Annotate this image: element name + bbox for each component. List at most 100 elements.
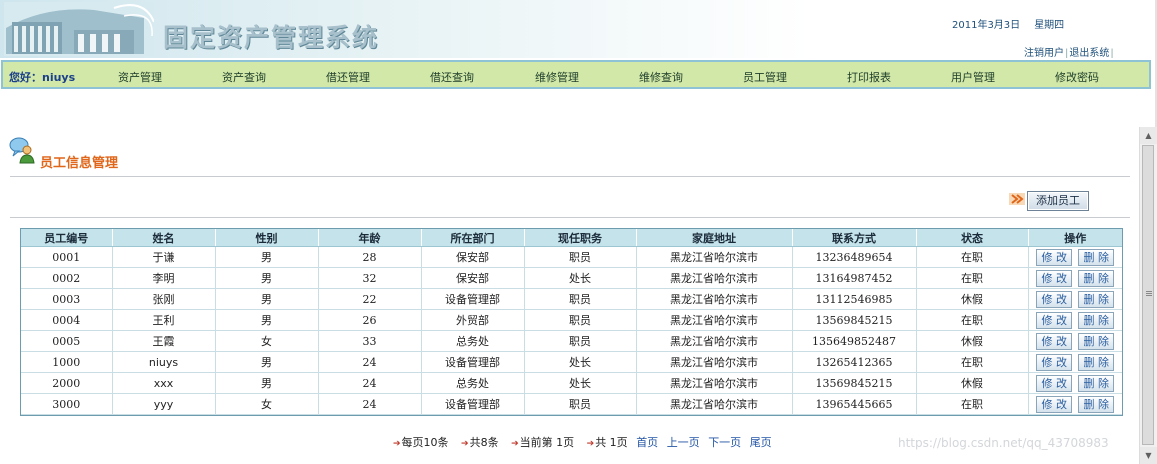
- cell-address: 黑龙江省哈尔滨市: [636, 267, 793, 289]
- first-page-link[interactable]: 首页: [636, 436, 658, 449]
- next-page-link[interactable]: 下一页: [708, 436, 741, 449]
- cell-actions: 修 改删 除: [1028, 330, 1122, 352]
- cell-age: 33: [318, 330, 422, 352]
- edit-button[interactable]: 修 改: [1036, 332, 1073, 350]
- watermark: https://blog.csdn.net/qq_43708983: [898, 436, 1109, 450]
- cell-contact: 13112546985: [792, 288, 917, 310]
- vertical-scrollbar[interactable]: ▲ ▼: [1139, 127, 1157, 464]
- cell-status: 在职: [916, 393, 1029, 415]
- double-arrow-icon: [1009, 193, 1025, 205]
- delete-button[interactable]: 删 除: [1078, 374, 1115, 392]
- cell-address: 黑龙江省哈尔滨市: [636, 246, 793, 268]
- scroll-down-arrow-icon[interactable]: ▼: [1140, 447, 1157, 464]
- edit-button[interactable]: 修 改: [1036, 290, 1073, 308]
- cell-department: 保安部: [421, 267, 525, 289]
- top-links: 注销用户|退出系统|: [1024, 44, 1115, 58]
- cell-status: 在职: [916, 246, 1029, 268]
- edit-button[interactable]: 修 改: [1036, 248, 1073, 266]
- cell-contact: 13569845215: [792, 372, 917, 394]
- nav-item-repair-query[interactable]: 维修查询: [639, 69, 683, 85]
- cell-actions: 修 改删 除: [1028, 288, 1122, 310]
- delete-button[interactable]: 删 除: [1078, 290, 1115, 308]
- cell-position: 职员: [524, 309, 637, 331]
- col-header-address: 家庭地址: [636, 229, 793, 247]
- col-header-name: 姓名: [112, 229, 216, 247]
- nav-item-user-management[interactable]: 用户管理: [951, 69, 995, 85]
- cell-contact: 13265412365: [792, 351, 917, 373]
- cell-status: 在职: [916, 351, 1029, 373]
- table-row: 0002 李明男 32 保安部 处长 黑龙江省哈尔滨市 13164987452 在职修 改删 …: [21, 267, 1122, 289]
- nav-item-asset-management[interactable]: 资产管理: [118, 69, 162, 85]
- date-display: 2011年3月3日 星期四: [952, 16, 1078, 31]
- nav-item-change-password[interactable]: 修改密码: [1055, 69, 1099, 85]
- cell-department: 设备管理部: [421, 351, 525, 373]
- app-header: 固定资产管理系统 2011年3月3日 星期四 注销用户|退出系统|: [0, 0, 1157, 58]
- cell-department: 设备管理部: [421, 288, 525, 310]
- username: niuys: [42, 71, 76, 84]
- edit-button[interactable]: 修 改: [1036, 374, 1073, 392]
- cell-department: 总务处: [421, 330, 525, 352]
- grip-icon: [1146, 291, 1152, 292]
- nav-item-print-report[interactable]: 打印报表: [847, 69, 891, 85]
- cell-name: xxx: [112, 372, 216, 394]
- nav-item-borrow-query[interactable]: 借还查询: [430, 69, 474, 85]
- main-nav: 您好：niuys 资产管理 资产查询 借还管理 借还查询 维修管理 维修查询 员…: [1, 60, 1151, 89]
- logout-user-link[interactable]: 注销用户: [1024, 48, 1064, 58]
- add-employee-button[interactable]: 添加员工: [1027, 191, 1089, 211]
- cell-gender: 男: [215, 351, 319, 373]
- edit-button[interactable]: 修 改: [1036, 395, 1073, 413]
- cell-position: 职员: [524, 288, 637, 310]
- delete-button[interactable]: 删 除: [1078, 395, 1115, 413]
- cell-contact: 135649852487: [792, 330, 917, 352]
- cell-department: 总务处: [421, 372, 525, 394]
- nav-item-employee-management[interactable]: 员工管理: [743, 69, 787, 85]
- exit-system-link[interactable]: 退出系统: [1069, 48, 1109, 58]
- table-row: 0003 张刚男 22 设备管理部 职员 黑龙江省哈尔滨市 13112546985 休假修 改…: [21, 288, 1122, 310]
- table-row: 3000 yyy 女 24 设备管理部 职员 黑龙江省哈尔滨市 13965445665 在职修 …: [21, 393, 1122, 415]
- cell-address: 黑龙江省哈尔滨市: [636, 351, 793, 373]
- red-arrow-icon: ➔: [393, 439, 401, 449]
- cell-employee-id: 2000: [21, 372, 113, 394]
- cell-actions: 修 改删 除: [1028, 393, 1122, 415]
- nav-item-borrow-management[interactable]: 借还管理: [326, 69, 370, 85]
- divider: [10, 217, 1130, 218]
- red-arrow-icon: ➔: [511, 439, 519, 449]
- edit-button[interactable]: 修 改: [1036, 269, 1073, 287]
- last-page-link[interactable]: 尾页: [750, 436, 772, 449]
- cell-name: yyy: [112, 393, 216, 415]
- cell-employee-id: 0002: [21, 267, 113, 289]
- cell-contact: 13236489654: [792, 246, 917, 268]
- edit-button[interactable]: 修 改: [1036, 353, 1073, 371]
- scroll-thumb[interactable]: [1142, 145, 1154, 445]
- cell-age: 28: [318, 246, 422, 268]
- cell-gender: 男: [215, 309, 319, 331]
- prev-page-link[interactable]: 上一页: [667, 436, 700, 449]
- cell-contact: 13965445665: [792, 393, 917, 415]
- nav-item-asset-query[interactable]: 资产查询: [222, 69, 266, 85]
- nav-item-repair-management[interactable]: 维修管理: [535, 69, 579, 85]
- cell-age: 32: [318, 267, 422, 289]
- cell-age: 24: [318, 372, 422, 394]
- cell-age: 24: [318, 351, 422, 373]
- scroll-up-arrow-icon[interactable]: ▲: [1140, 127, 1157, 144]
- greeting: 您好：niuys: [9, 69, 75, 85]
- table-row: 0004 王利男 26 外贸部 职员 黑龙江省哈尔滨市 13569845215 在职修 改删 …: [21, 309, 1122, 331]
- delete-button[interactable]: 删 除: [1078, 311, 1115, 329]
- col-header-status: 状态: [916, 229, 1029, 247]
- delete-button[interactable]: 删 除: [1078, 353, 1115, 371]
- delete-button[interactable]: 删 除: [1078, 269, 1115, 287]
- cell-position: 职员: [524, 330, 637, 352]
- delete-button[interactable]: 删 除: [1078, 332, 1115, 350]
- table-row: 0005 王霞女 33 总务处 职员 黑龙江省哈尔滨市 135649852487 休假修 改删…: [21, 330, 1122, 352]
- cell-actions: 修 改删 除: [1028, 351, 1122, 373]
- delete-button[interactable]: 删 除: [1078, 248, 1115, 266]
- edit-button[interactable]: 修 改: [1036, 311, 1073, 329]
- cell-position: 职员: [524, 393, 637, 415]
- cell-age: 22: [318, 288, 422, 310]
- cell-position: 处长: [524, 372, 637, 394]
- date-text: 2011年3月3日: [952, 20, 1021, 31]
- cell-contact: 13569845215: [792, 309, 917, 331]
- cell-gender: 男: [215, 267, 319, 289]
- cell-gender: 男: [215, 288, 319, 310]
- cell-position: 职员: [524, 246, 637, 268]
